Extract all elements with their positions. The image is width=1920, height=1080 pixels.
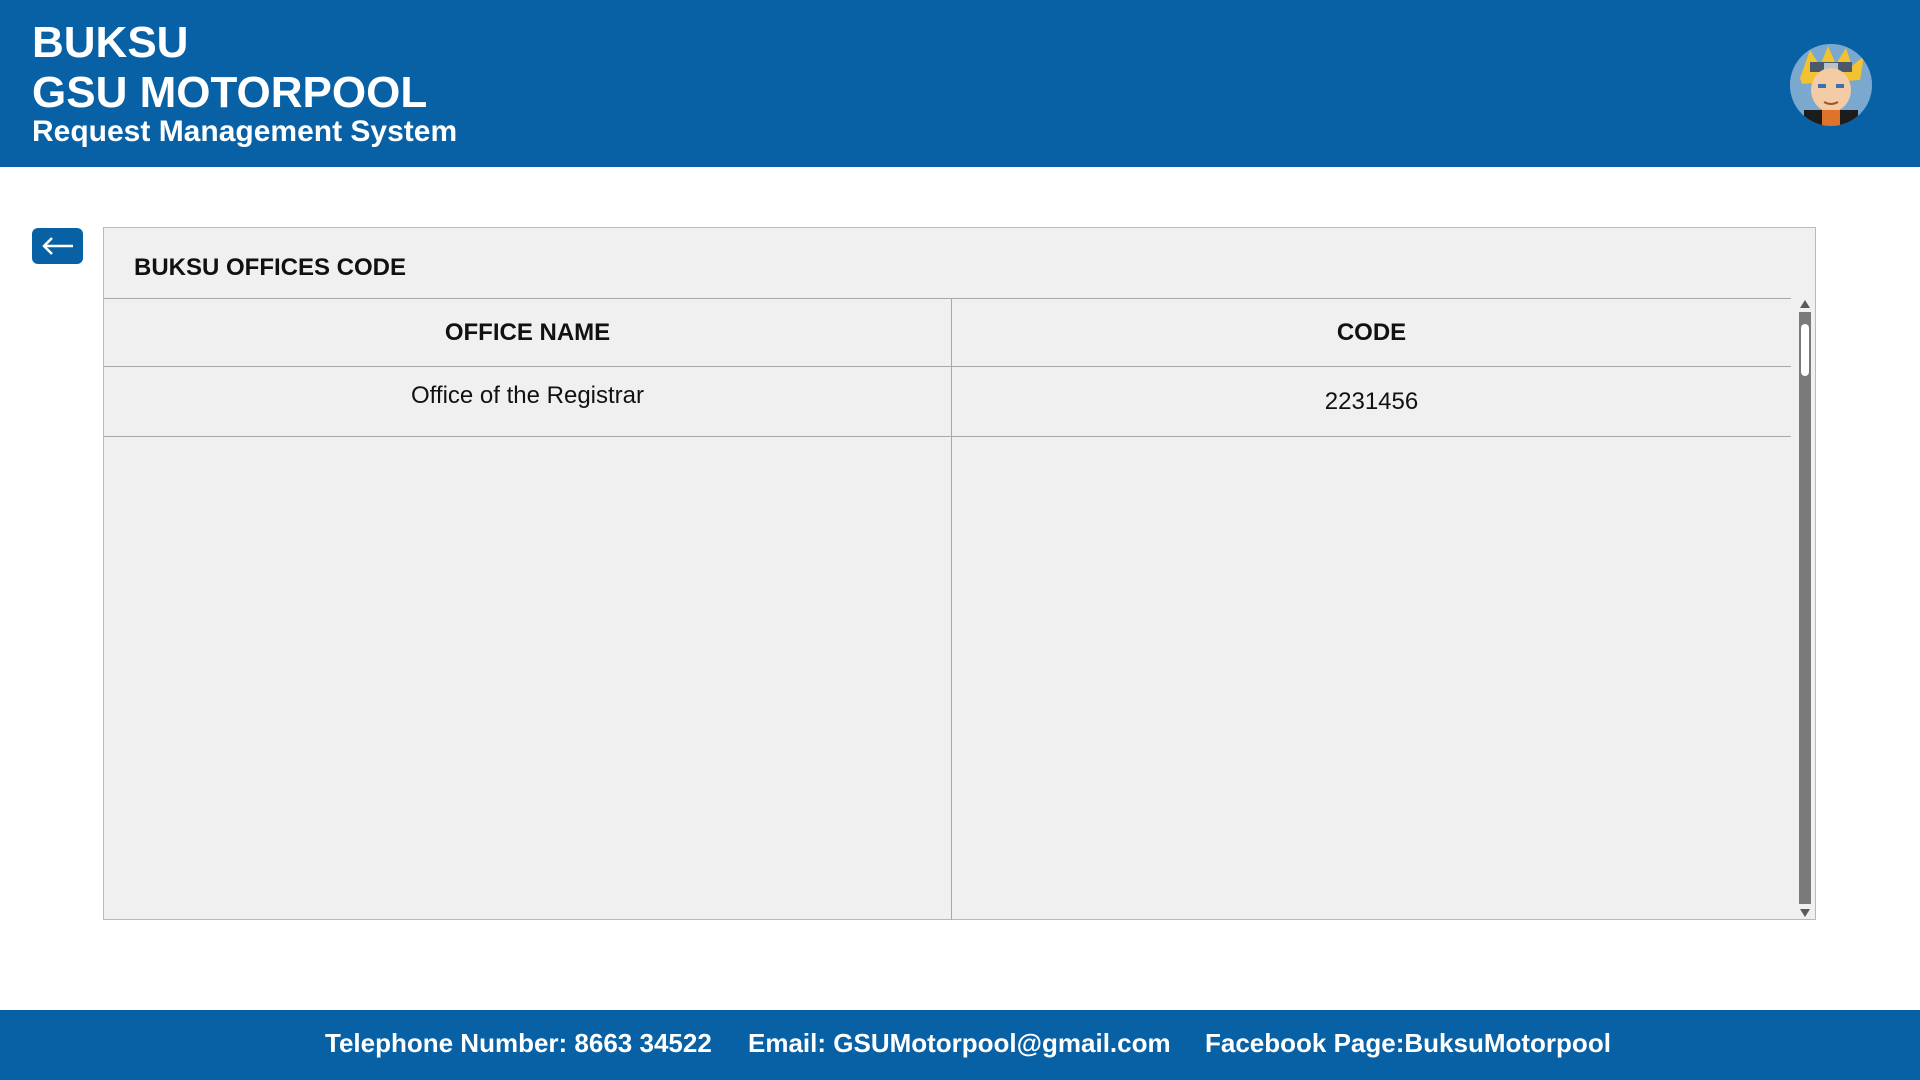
app-footer: Telephone Number: 8663 34522 Email: GSUM…	[0, 1010, 1920, 1080]
column-header-office-name: OFFICE NAME	[444, 318, 611, 346]
back-button[interactable]	[32, 228, 83, 264]
user-avatar[interactable]	[1790, 44, 1872, 126]
scroll-thumb[interactable]	[1801, 324, 1809, 376]
brand-subtitle: GSU MOTORPOOL	[32, 68, 428, 117]
arrow-left-icon	[41, 237, 73, 255]
footer-facebook: Facebook Page:BuksuMotorpool	[1205, 1028, 1611, 1058]
brand-title: BUKSU	[32, 18, 189, 67]
scroll-down-icon[interactable]	[1800, 909, 1810, 917]
app-header: BUKSU GSU MOTORPOOL Request Management S…	[0, 0, 1920, 167]
column-header-code: CODE	[1336, 318, 1407, 346]
system-name: Request Management System	[32, 115, 458, 148]
cell-office-name: Office of the Registrar	[411, 381, 644, 409]
scroll-up-icon[interactable]	[1800, 300, 1810, 308]
table-row[interactable]: Office of the Registrar 2231456	[104, 367, 1791, 437]
offices-table: OFFICE NAME CODE Office of the Registrar…	[104, 298, 1791, 920]
scroll-track[interactable]	[1799, 312, 1811, 904]
footer-telephone: Telephone Number: 8663 34522	[325, 1028, 712, 1058]
avatar-icon	[1790, 44, 1872, 126]
panel-title: BUKSU OFFICES CODE	[134, 254, 407, 281]
footer-email: Email: GSUMotorpool@gmail.com	[748, 1028, 1171, 1058]
offices-code-panel: BUKSU OFFICES CODE OFFICE NAME CODE Offi…	[103, 227, 1816, 920]
table-header-row: OFFICE NAME CODE	[104, 299, 1791, 367]
cell-code: 2231456	[1324, 387, 1419, 415]
table-scrollbar[interactable]	[1793, 298, 1815, 919]
